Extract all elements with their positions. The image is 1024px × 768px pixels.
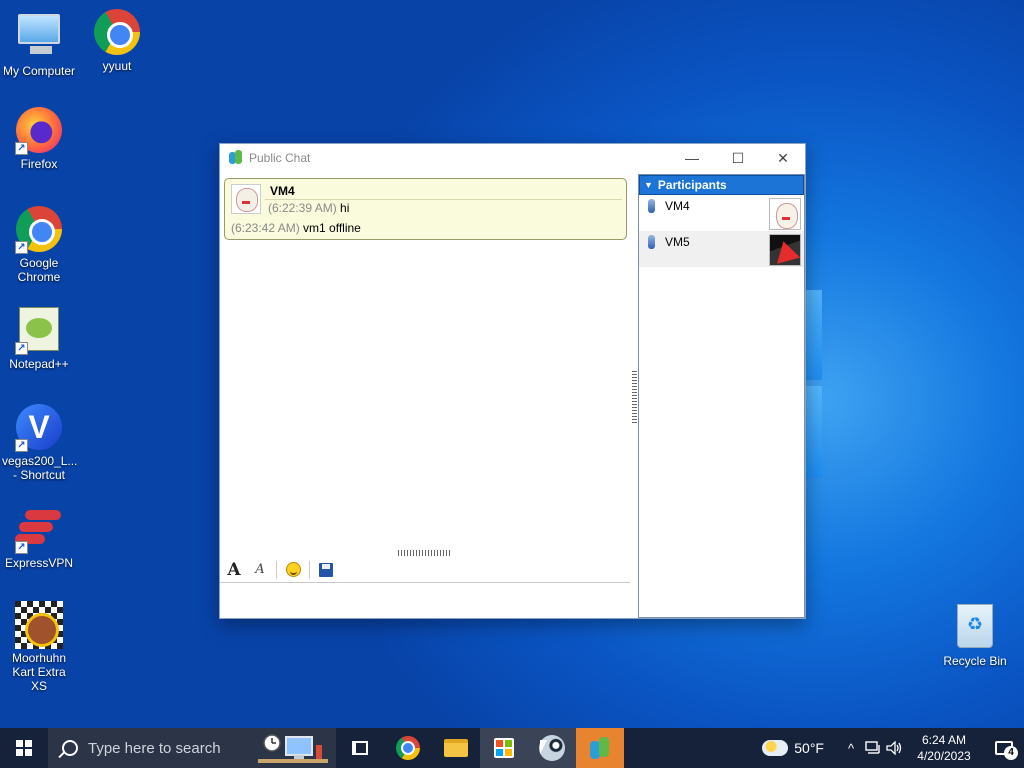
search-icon [62,740,78,756]
wallpaper-logo-pane [804,386,822,478]
save-button[interactable] [316,560,336,580]
chrome-icon: ↗ [15,206,63,254]
message-text: hi [340,201,350,215]
chat-app-icon [229,150,243,166]
font-style-button[interactable]: A [250,560,270,580]
clock-date: 4/20/2023 [917,749,971,763]
maximize-button[interactable]: ☐ [715,144,761,172]
font-button[interactable]: A [224,560,244,580]
folder-icon [444,739,468,757]
participant-row[interactable]: VM5 [639,231,804,267]
taskbar-store[interactable] [480,728,528,768]
desktop-icon-vegas[interactable]: V ↗ vegas200_L... - Shortcut [0,403,78,482]
task-view-icon [352,741,368,755]
search-placeholder: Type here to search [88,739,221,757]
floppy-disk-icon [319,562,333,577]
vertical-splitter-handle[interactable] [632,369,637,423]
shortcut-arrow-icon: ↗ [15,439,28,452]
smiley-icon [285,562,301,577]
weather-widget[interactable]: 50°F [762,740,824,756]
emoticon-button[interactable] [283,560,303,580]
minimize-button[interactable]: — [669,144,715,172]
weather-temperature: 50°F [794,740,824,756]
desktop-icon-notepadpp[interactable]: ↗ Notepad++ [0,305,78,371]
chat-app-icon [590,737,610,759]
mouse-cursor-icon [540,740,547,754]
windows-logo-icon [16,740,32,756]
message-time: (6:22:39 AM) [268,201,337,215]
taskbar-search[interactable]: Type here to search [48,728,336,768]
start-button[interactable] [0,728,48,768]
participants-panel: ▼ Participants VM4 VM5 [638,174,805,618]
format-toolbar: A A [220,557,630,583]
public-chat-window[interactable]: Public Chat — ☐ ✕ VM4 (6:22:39 AM) hi (6… [219,143,806,619]
desktop-icon-my-computer[interactable]: My Computer [0,8,78,78]
user-status-icon [648,235,655,249]
system-tray: 50°F ^ 6:24 AM 4/20/2023 4 [762,728,1024,768]
taskbar-file-explorer[interactable] [432,728,480,768]
chrome-icon [396,736,420,760]
shortcut-arrow-icon: ↗ [15,342,28,355]
chat-history[interactable]: VM4 (6:22:39 AM) hi (6:23:42 AM) vm1 off… [220,172,634,548]
message-line: (6:23:42 AM) vm1 offline [231,221,361,235]
notepadpp-icon: ↗ [15,307,63,355]
store-icon [494,738,514,758]
message-line: (6:22:39 AM) hi [268,201,349,215]
expressvpn-icon: ↗ [15,506,63,554]
toolbar-separator [276,560,277,579]
message-input[interactable] [220,584,630,618]
horizontal-splitter-handle[interactable] [398,550,452,556]
bubble-divider [265,199,622,200]
wallpaper-logo-pane [804,290,822,380]
close-button[interactable]: ✕ [760,144,806,172]
show-hidden-icons-button[interactable]: ^ [840,728,862,768]
vegas-icon: V ↗ [15,404,63,452]
participant-name: VM4 [665,199,690,213]
participant-avatar [769,198,801,230]
taskbar-public-chat[interactable] [576,728,624,768]
collapse-triangle-icon: ▼ [644,180,653,190]
clock-time: 6:24 AM [921,733,967,747]
network-icon[interactable] [862,728,884,768]
message-bubble: VM4 (6:22:39 AM) hi (6:23:42 AM) vm1 off… [224,178,627,240]
taskbar-steam[interactable] [528,728,576,768]
desktop-icon-firefox[interactable]: ↗ Firefox [0,106,78,171]
desktop-icon-recycle-bin[interactable]: Recycle Bin [936,602,1014,668]
taskbar-chrome[interactable] [384,728,432,768]
action-center-button[interactable]: 4 [984,728,1024,768]
participant-avatar [769,234,801,266]
desktop-icon-moorhuhn[interactable]: Moorhuhn Kart Extra XS [0,601,78,693]
partly-cloudy-icon [762,740,789,756]
desktop-icon-google-chrome[interactable]: ↗ Google Chrome [0,205,78,284]
message-sender: VM4 [270,184,295,198]
notification-count: 4 [1004,746,1018,760]
window-title: Public Chat [249,151,311,165]
shortcut-arrow-icon: ↗ [15,142,28,155]
moorhuhn-icon [15,601,63,649]
computer-icon [15,14,63,62]
shortcut-arrow-icon: ↗ [15,541,28,554]
taskbar: Type here to search 50°F ^ 6:24 AM 4/20/… [0,728,1024,768]
user-status-icon [648,199,655,213]
participant-row[interactable]: VM4 [639,195,804,231]
message-time: (6:23:42 AM) [231,221,300,235]
taskbar-clock[interactable]: 6:24 AM 4/20/2023 [912,732,976,764]
participants-header[interactable]: ▼ Participants [639,175,804,195]
firefox-icon: ↗ [15,107,63,155]
volume-icon[interactable] [884,728,906,768]
toolbar-separator [309,560,310,579]
participant-name: VM5 [665,235,690,249]
task-view-button[interactable] [336,728,384,768]
search-highlight-icon [258,731,328,765]
shortcut-arrow-icon: ↗ [15,241,28,254]
desktop-icon-yyuut[interactable]: yyuut [78,8,156,73]
recycle-bin-icon [951,604,999,652]
sender-avatar [231,184,261,214]
title-bar[interactable]: Public Chat — ☐ ✕ [220,144,805,172]
chrome-icon [93,9,141,57]
message-text: vm1 offline [303,221,361,235]
desktop-icon-expressvpn[interactable]: ↗ ExpressVPN [0,502,78,570]
